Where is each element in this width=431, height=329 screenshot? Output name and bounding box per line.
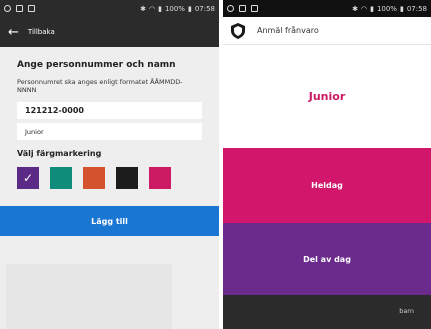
color-swatch[interactable]: ✓	[17, 167, 39, 189]
redaction-overlay	[6, 264, 172, 329]
clock: 07:58	[194, 4, 215, 13]
app-bar: Anmäl frånvaro	[223, 17, 431, 45]
signal-icon: ▮	[370, 4, 374, 13]
form-help-text: Personnumret ska anges enligt formatet Å…	[17, 78, 183, 94]
form-heading: Ange personnummer och namn	[17, 60, 176, 70]
check-icon: ✓	[22, 171, 34, 185]
color-swatch[interactable]	[50, 167, 72, 189]
name-field[interactable]: Junior	[17, 123, 202, 140]
wifi-icon: ◠	[148, 4, 156, 13]
bottom-bar-label[interactable]: barn	[399, 307, 414, 315]
shield-icon	[231, 22, 245, 39]
screenshot: ✱ ◠ ▮ 100% ▮ 07:58 ← Tillbaka Ange perso…	[0, 0, 431, 329]
signal-icon: ▮	[158, 4, 162, 13]
battery-level: 100%	[164, 4, 185, 13]
add-button[interactable]: Lägg till	[0, 206, 219, 236]
right-phone-screen: ✱ ◠ ▮ 100% ▮ 07:58 Anmäl frånvaro Junior…	[223, 0, 431, 329]
page-title: Anmäl frånvaro	[257, 26, 319, 35]
color-swatch[interactable]	[116, 167, 138, 189]
status-bar: ✱ ◠ ▮ 100% ▮ 07:58	[0, 0, 219, 17]
back-arrow-icon[interactable]: ←	[8, 26, 19, 39]
camera-icon	[4, 5, 11, 12]
battery-level: 100%	[376, 4, 397, 13]
personnummer-field[interactable]: 121212-0000	[17, 102, 202, 119]
clock: 07:58	[406, 4, 427, 13]
app-bar: ← Tillbaka	[0, 17, 219, 47]
bluetooth-icon: ✱	[140, 4, 146, 13]
camera-icon	[227, 5, 234, 12]
color-swatch[interactable]	[83, 167, 105, 189]
color-heading: Välj färgmarkering	[17, 149, 102, 158]
wifi-icon: ◠	[360, 4, 368, 13]
battery-icon: ▮	[187, 4, 192, 13]
image-icon	[16, 5, 23, 12]
status-bar: ✱ ◠ ▮ 100% ▮ 07:58	[223, 0, 431, 17]
image-icon	[239, 5, 246, 12]
part-of-day-tile[interactable]: Del av dag	[223, 223, 431, 295]
add-child-form: Ange personnummer och namn Personnumret …	[0, 47, 219, 189]
lock-icon	[251, 5, 258, 12]
bottom-bar: barn	[223, 295, 431, 329]
back-label[interactable]: Tillbaka	[28, 28, 55, 36]
full-day-tile[interactable]: Heldag	[223, 148, 431, 223]
color-swatch[interactable]	[149, 167, 171, 189]
color-swatches: ✓	[17, 167, 202, 189]
child-tile[interactable]: Junior	[223, 45, 431, 148]
lock-icon	[28, 5, 35, 12]
bluetooth-icon: ✱	[352, 4, 358, 13]
battery-icon: ▮	[399, 4, 404, 13]
